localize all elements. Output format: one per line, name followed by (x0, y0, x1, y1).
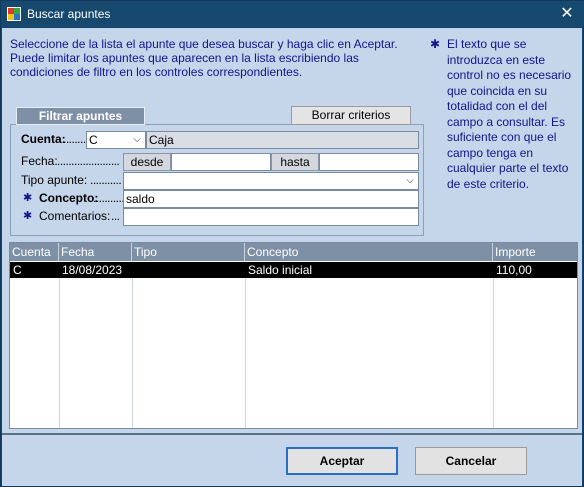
cell-tipo (132, 262, 245, 278)
app-icon (7, 7, 21, 21)
star-icon: ✱ (430, 37, 441, 51)
column-header-cuenta[interactable]: Cuenta (10, 243, 59, 261)
cell-fecha: 18/08/2023 (62, 263, 123, 277)
tipo-dots: ........... (90, 173, 122, 187)
hasta-label: hasta (271, 153, 319, 171)
results-table[interactable]: Cuenta Fecha Tipo Concepto Importe C 18/… (9, 242, 578, 429)
comentarios-label: Comentarios: (39, 209, 111, 223)
column-divider (245, 278, 246, 428)
cuenta-name-field: Caja (146, 131, 419, 149)
instructions-line-2: Puede limitar los apuntes que aparecen e… (10, 51, 359, 79)
column-divider (132, 278, 133, 428)
filter-tab: Filtrar apuntes (16, 107, 145, 125)
comentarios-dots: ... (111, 209, 120, 223)
column-header-importe[interactable]: Importe (493, 243, 577, 261)
dialog-footer: Aceptar Cancelar (2, 433, 582, 486)
cell-importe: 110,00 (496, 263, 532, 277)
tipo-label: Tipo apunte: (21, 173, 88, 187)
fecha-dots: ...................... (57, 154, 120, 168)
chevron-down-icon[interactable]: ⌵ (402, 173, 418, 189)
column-divider (493, 278, 494, 428)
title-bar[interactable]: Buscar apuntes ✕ (1, 1, 584, 27)
tipo-apunte-select[interactable]: ⌵ (123, 172, 419, 190)
column-header-concepto[interactable]: Concepto (245, 243, 493, 261)
cuenta-label: Cuenta: (21, 132, 66, 146)
dialog-window: Buscar apuntes ✕ Seleccione de la lista … (0, 0, 584, 487)
fecha-label: Fecha: (21, 154, 58, 168)
main-panel: Seleccione de la lista el apunte que des… (2, 28, 582, 433)
instructions: Seleccione de la lista el apunte que des… (10, 37, 410, 79)
search-note-text: El texto que se introduzca en este contr… (447, 37, 572, 191)
column-header-fecha[interactable]: Fecha (59, 243, 132, 261)
close-icon[interactable]: ✕ (555, 3, 579, 25)
table-header: Cuenta Fecha Tipo Concepto Importe (10, 243, 577, 261)
cuenta-dots: ........ (63, 132, 86, 146)
comentarios-input[interactable] (123, 208, 419, 226)
window-title: Buscar apuntes (27, 7, 111, 21)
column-header-tipo[interactable]: Tipo (132, 243, 245, 261)
star-icon: ✱ (23, 210, 33, 222)
cell-concepto: Saldo inicial (248, 263, 313, 277)
chevron-down-icon[interactable]: ⌵ (129, 132, 145, 148)
concepto-label: Concepto: (39, 191, 99, 205)
clear-criteria-button[interactable]: Borrar criterios (291, 106, 411, 125)
cancel-button[interactable]: Cancelar (415, 447, 527, 475)
cuenta-value: C (89, 133, 98, 147)
accept-button[interactable]: Aceptar (286, 447, 398, 475)
concepto-input[interactable]: saldo (123, 190, 419, 208)
column-divider (59, 278, 60, 428)
concepto-dots: ............ (93, 191, 128, 205)
instructions-line-1: Seleccione de la lista el apunte que des… (10, 37, 398, 51)
fecha-desde-input[interactable] (171, 153, 271, 171)
fecha-hasta-input[interactable] (319, 153, 419, 171)
search-note: ✱ El texto que se introduzca en este con… (430, 37, 578, 192)
desde-label: desde (123, 153, 171, 171)
cuenta-select[interactable]: C ⌵ (86, 131, 146, 149)
star-icon: ✱ (23, 192, 33, 204)
cell-cuenta: C (13, 263, 22, 277)
table-row[interactable]: C 18/08/2023 Saldo inicial 110,00 (10, 262, 577, 278)
